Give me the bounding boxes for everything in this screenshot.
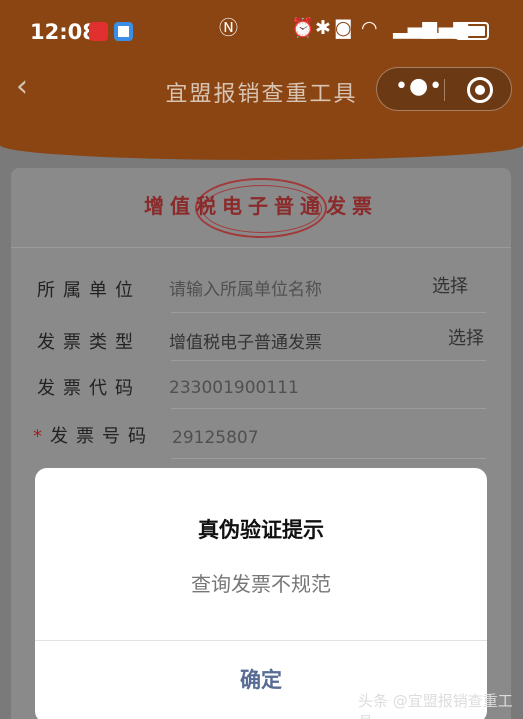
field-row-unit: 所属单位 请输入所属单位名称 选择 [11, 266, 511, 314]
field-underline [171, 458, 486, 459]
nfc-icon: Ⓝ [219, 17, 239, 39]
blue-app-icon [114, 22, 133, 41]
target-icon[interactable] [467, 77, 493, 103]
verification-dialog: 真伪验证提示 查询发票不规范 确定 [35, 468, 487, 719]
required-mark: * [33, 426, 50, 447]
field-label: *发票号码 [33, 426, 154, 447]
alarm-icon: ⏰ [291, 17, 315, 39]
dialog-title: 真伪验证提示 [198, 518, 324, 542]
dialog-message: 查询发票不规范 [191, 572, 331, 596]
invoice-title: 增值税电子普通发票 [144, 194, 378, 218]
invoice-header: 增值税电子普通发票 [11, 168, 511, 248]
field-underline [171, 360, 486, 361]
status-time: 12:08 [30, 20, 97, 44]
field-row-number: *发票号码 29125807 [11, 418, 511, 466]
select-unit-button[interactable]: 选择 [432, 272, 468, 298]
navigation-bar: ‹ 宜盟报销查重工具 •●• [0, 62, 523, 118]
status-bar: 12:08 Ⓝ ⏰ ✱ ◙ ◠ ▂▄▆ ▂▄▆ [0, 0, 523, 62]
field-row-type: 发票类型 增值税电子普通发票 选择 [11, 318, 511, 366]
field-underline [171, 312, 486, 313]
wifi-icon: ◠ [361, 17, 378, 39]
field-label: 发票代码 [37, 378, 141, 399]
watermark: 头条 @宜盟报销查重工具 [358, 692, 513, 719]
more-dots-icon[interactable]: •●• [395, 74, 443, 99]
field-underline [171, 408, 486, 409]
field-row-code: 发票代码 233001900111 [11, 368, 511, 416]
field-label: 所属单位 [37, 280, 141, 301]
mini-program-capsule: •●• [376, 67, 512, 111]
capsule-divider [444, 79, 445, 101]
camera-icon: ◙ [334, 17, 353, 39]
battery-icon [455, 22, 489, 40]
invoice-number-input[interactable]: 29125807 [172, 428, 259, 448]
red-app-icon [89, 22, 108, 41]
bluetooth-icon: ✱ [315, 17, 331, 39]
invoice-code-input[interactable]: 233001900111 [169, 378, 299, 398]
field-label: 发票类型 [37, 332, 141, 353]
invoice-type-value[interactable]: 增值税电子普通发票 [169, 328, 322, 353]
unit-input[interactable]: 请输入所属单位名称 [169, 275, 322, 300]
select-type-button[interactable]: 选择 [448, 324, 484, 350]
